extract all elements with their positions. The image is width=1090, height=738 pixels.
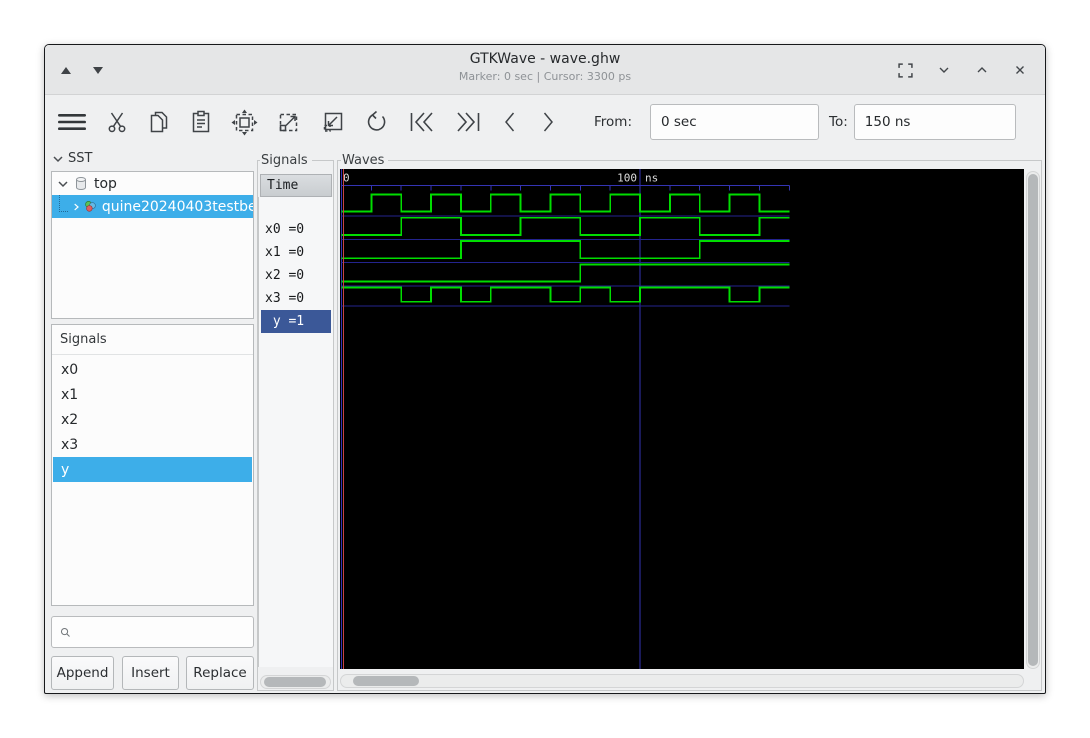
append-button[interactable]: Append bbox=[51, 656, 114, 690]
waves-hscrollbar[interactable] bbox=[340, 674, 1024, 688]
signals-hscrollbar-thumb[interactable] bbox=[264, 677, 326, 687]
from-label: From: bbox=[594, 114, 632, 130]
insert-button[interactable]: Insert bbox=[122, 656, 179, 690]
facility-label: x1 bbox=[61, 386, 79, 403]
signal-row-x1[interactable]: x1 =0 bbox=[261, 241, 331, 264]
sst-label: SST bbox=[68, 151, 93, 166]
fullscreen-icon[interactable] bbox=[898, 62, 913, 78]
time-column-header[interactable]: Time bbox=[260, 174, 332, 197]
tree-item-testbench[interactable]: quine20240403testbench bbox=[52, 195, 253, 218]
zoom-fit-icon[interactable] bbox=[231, 109, 258, 136]
maximize-icon[interactable] bbox=[975, 63, 989, 77]
facility-item-y[interactable]: y bbox=[53, 457, 252, 482]
facility-item-x1[interactable]: x1 bbox=[53, 382, 252, 407]
facility-label: x0 bbox=[61, 361, 79, 378]
replace-button[interactable]: Replace bbox=[186, 656, 254, 690]
shift-right-icon[interactable] bbox=[538, 109, 558, 135]
tree-item-label: top bbox=[94, 175, 117, 192]
gtkwave-window: GTKWave - wave.ghw Marker: 0 sec | Curso… bbox=[44, 44, 1046, 694]
zoom-out-icon[interactable] bbox=[320, 109, 346, 135]
window-title: GTKWave - wave.ghw bbox=[469, 51, 621, 67]
titlebar-left-controls bbox=[61, 45, 103, 95]
wave-trace-y bbox=[341, 286, 790, 303]
wave-trace-x0 bbox=[341, 193, 790, 213]
signal-row-x2[interactable]: x2 =0 bbox=[261, 264, 331, 287]
zoom-to-start-icon[interactable] bbox=[408, 109, 436, 135]
signal-name-value: x1 =0 bbox=[265, 245, 305, 260]
signals-hscrollbar[interactable] bbox=[260, 675, 331, 689]
signals-frame-title: Signals bbox=[260, 153, 312, 168]
to-label: To: bbox=[829, 114, 848, 130]
menu-icon[interactable] bbox=[57, 109, 87, 135]
signal-name-value: x3 =0 bbox=[265, 291, 305, 306]
facility-item-x2[interactable]: x2 bbox=[53, 407, 252, 432]
marker-cursor-status: Marker: 0 sec | Cursor: 3300 ps bbox=[458, 70, 632, 83]
search-icon bbox=[60, 627, 70, 637]
wave-trace-x2 bbox=[341, 240, 790, 260]
reload-icon[interactable] bbox=[1040, 108, 1045, 136]
titlebar-right-controls bbox=[898, 45, 1027, 95]
zoom-to-end-icon[interactable] bbox=[454, 109, 482, 135]
facility-label: y bbox=[61, 461, 70, 478]
chevron-down-icon[interactable] bbox=[58, 180, 68, 188]
facility-label: x3 bbox=[61, 436, 79, 453]
waves-vscrollbar[interactable] bbox=[1026, 171, 1040, 669]
window-shade-down-icon[interactable] bbox=[93, 66, 103, 74]
signal-row-x0[interactable]: x0 =0 bbox=[261, 218, 331, 241]
signal-search-box[interactable] bbox=[51, 616, 254, 648]
titlebar-center: GTKWave - wave.ghw Marker: 0 sec | Curso… bbox=[45, 51, 1045, 83]
facility-item-x0[interactable]: x0 bbox=[53, 357, 252, 382]
timescale-label-100: 100 bbox=[617, 172, 637, 185]
zoom-undo-icon[interactable] bbox=[364, 109, 390, 135]
facility-panel: Signals x0 x1 x2 x3 y bbox=[51, 324, 254, 606]
waves-hscrollbar-thumb[interactable] bbox=[353, 676, 419, 686]
signals-name-list: x0 =0 x1 =0 x2 =0 x3 =0 y =1 bbox=[258, 197, 334, 667]
waves-vscrollbar-thumb[interactable] bbox=[1028, 174, 1038, 666]
signal-name-value: x2 =0 bbox=[265, 268, 305, 283]
timescale-unit: ns bbox=[645, 172, 658, 185]
signal-row-y[interactable]: y =1 bbox=[261, 310, 331, 333]
zoom-in-icon[interactable] bbox=[276, 109, 302, 135]
wave-trace-x3 bbox=[341, 263, 790, 283]
waves-frame-title: Waves bbox=[341, 153, 389, 168]
signal-name-value: y =1 bbox=[265, 314, 305, 329]
toolbar: From: To: bbox=[45, 95, 1045, 149]
chevron-right-icon[interactable] bbox=[73, 202, 80, 212]
component-icon bbox=[85, 201, 96, 212]
chevron-down-icon bbox=[53, 155, 63, 162]
wave-canvas-svg: 0 100 ns bbox=[341, 169, 790, 669]
sst-expander[interactable]: SST bbox=[53, 151, 92, 166]
window-shade-up-icon[interactable] bbox=[61, 66, 71, 74]
facility-label: x2 bbox=[61, 411, 79, 428]
cut-icon[interactable] bbox=[105, 109, 129, 135]
to-input[interactable] bbox=[853, 104, 1016, 140]
tree-connector bbox=[59, 195, 68, 212]
tree-item-label: quine20240403testbench bbox=[101, 198, 253, 215]
signal-name-value: x0 =0 bbox=[265, 222, 305, 237]
copy-icon[interactable] bbox=[147, 109, 171, 135]
sst-tree-panel: top quine20240403testbench bbox=[51, 171, 254, 319]
tree-item-top[interactable]: top bbox=[52, 172, 253, 195]
wave-canvas[interactable]: 0 100 ns bbox=[340, 169, 1024, 669]
signal-row-x3[interactable]: x3 =0 bbox=[261, 287, 331, 310]
from-input[interactable] bbox=[650, 104, 819, 140]
paste-icon[interactable] bbox=[189, 109, 213, 135]
minimize-icon[interactable] bbox=[937, 63, 951, 77]
facility-item-x3[interactable]: x3 bbox=[53, 432, 252, 457]
database-icon bbox=[76, 177, 86, 191]
close-icon[interactable] bbox=[1013, 63, 1027, 77]
titlebar[interactable]: GTKWave - wave.ghw Marker: 0 sec | Curso… bbox=[45, 45, 1045, 95]
wave-trace-x1 bbox=[341, 216, 790, 236]
facility-header: Signals bbox=[52, 325, 253, 355]
search-input[interactable] bbox=[77, 624, 253, 640]
shift-left-icon[interactable] bbox=[500, 109, 520, 135]
